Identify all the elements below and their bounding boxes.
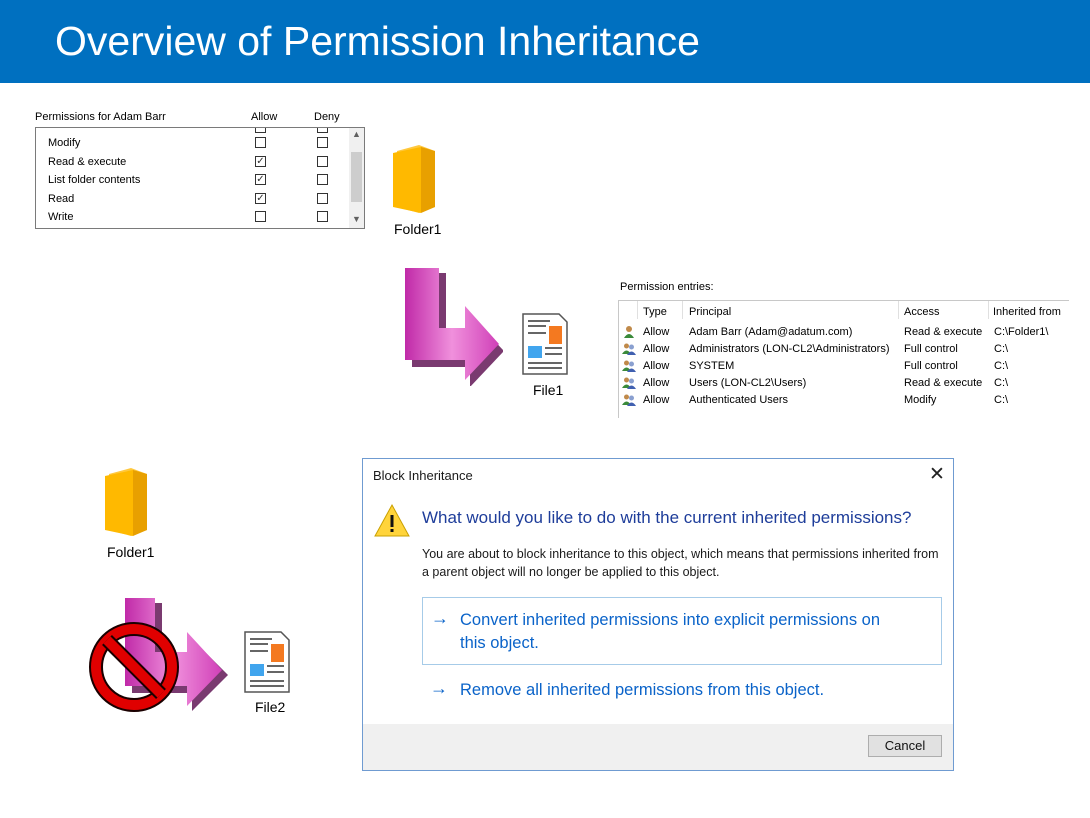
block-inheritance-dialog: Block Inheritance ✕ What would you like … [362,458,954,771]
permissions-scrollbar[interactable]: ▲ ▼ [349,128,364,228]
folder-icon [105,468,147,536]
scroll-up-arrow-icon[interactable]: ▲ [349,129,364,139]
warning-icon [374,503,410,537]
document-icon [522,313,568,375]
convert-permissions-option[interactable]: → Convert inherited permissions into exp… [422,597,942,665]
entry-type: Allow [643,326,670,338]
entry-inherited-from: C:\ [994,394,1009,406]
arrow-right-icon: → [431,608,449,628]
column-header-type[interactable]: Type [637,301,683,319]
file1-label: File1 [533,382,564,398]
group-users-icon [622,377,636,389]
entry-access: Read & execute [904,377,983,389]
allow-checkbox-write[interactable] [255,211,266,222]
arrow-right-icon: → [430,678,448,698]
document-icon [244,631,290,693]
allow-checkbox-read[interactable]: ✓ [255,193,266,204]
allow-checkbox-read-execute[interactable]: ✓ [255,156,266,167]
group-users-icon [622,360,636,372]
entry-inherited-from: C:\ [994,377,1009,389]
folder1-label-top: Folder1 [394,221,442,237]
blocked-inheritance-arrow-icon [89,598,228,712]
dialog-title: Block Inheritance [373,468,473,483]
remove-permissions-option[interactable]: Remove all inherited permissions from th… [460,679,824,702]
dialog-description: You are about to block inheritance to th… [422,547,939,579]
title-bar: Overview of Permission Inheritance [0,0,1090,83]
entry-inherited-from: C:\Folder1\ [994,326,1049,338]
column-header-inherited-from[interactable]: Inherited from [989,301,1069,319]
entry-principal: SYSTEM [689,360,735,372]
entry-type: Allow [643,377,670,389]
entry-access: Modify [904,394,937,406]
permissions-header-label: Permissions for Adam Barr [35,111,166,123]
group-users-icon [622,394,636,406]
scroll-thumb[interactable] [351,152,362,202]
entry-access: Full control [904,360,958,372]
inheritance-arrow-icon [405,268,503,386]
entry-inherited-from: C:\ [994,343,1009,355]
permission-row-modify: Modify [48,137,81,149]
column-header-access[interactable]: Access [899,301,989,319]
cancel-button[interactable]: Cancel [868,735,942,757]
column-header-principal[interactable]: Principal [683,301,899,319]
deny-checkbox-write[interactable] [317,211,328,222]
entry-type: Allow [643,360,670,372]
allow-checkbox-partial [255,128,266,133]
option1-line1: Convert inherited permissions into expli… [460,611,881,629]
permission-entries-title: Permission entries: [620,281,714,293]
deny-column-header: Deny [314,111,340,123]
dialog-footer: Cancel [363,724,953,770]
folder-icon [393,145,435,213]
allow-column-header: Allow [251,111,278,123]
permission-entries-table: Type Principal Access Inherited from All… [618,300,1069,418]
permission-row-write: Write [48,211,74,223]
entry-access: Read & execute [904,326,983,338]
allow-checkbox-modify[interactable] [255,137,266,148]
deny-checkbox-read[interactable] [317,193,328,204]
entry-type: Allow [643,394,670,406]
permissions-list: Modify Read & execute ✓ List folder cont… [35,127,365,229]
entry-type: Allow [643,343,670,355]
close-icon[interactable]: ✕ [925,462,949,488]
single-user-icon [624,326,634,338]
permission-row-read: Read [48,193,75,205]
file2-label: File2 [255,699,286,715]
dialog-heading: What would you like to do with the curre… [422,508,912,527]
scroll-down-arrow-icon[interactable]: ▼ [349,214,364,224]
deny-checkbox-read-execute[interactable] [317,156,328,167]
entry-inherited-from: C:\ [994,360,1009,372]
allow-checkbox-list-folder-contents[interactable]: ✓ [255,174,266,185]
group-users-icon [622,343,636,355]
deny-checkbox-modify[interactable] [317,137,328,148]
column-header-icon [619,301,638,319]
entry-principal: Adam Barr (Adam@adatum.com) [689,326,853,338]
entry-access: Full control [904,343,958,355]
deny-checkbox-list-folder-contents[interactable] [317,174,328,185]
folder1-label-bottom: Folder1 [107,544,155,560]
option1-line2: this object. [460,634,539,652]
slide-title: Overview of Permission Inheritance [55,18,700,64]
permission-row-read-execute: Read & execute [48,156,127,168]
entry-principal: Users (LON-CL2\Users) [689,377,807,389]
entry-principal: Authenticated Users [689,394,789,406]
permission-row-list-folder-contents: List folder contents [48,174,141,186]
entry-principal: Administrators (LON-CL2\Administrators) [689,343,890,355]
deny-checkbox-partial [317,128,328,133]
